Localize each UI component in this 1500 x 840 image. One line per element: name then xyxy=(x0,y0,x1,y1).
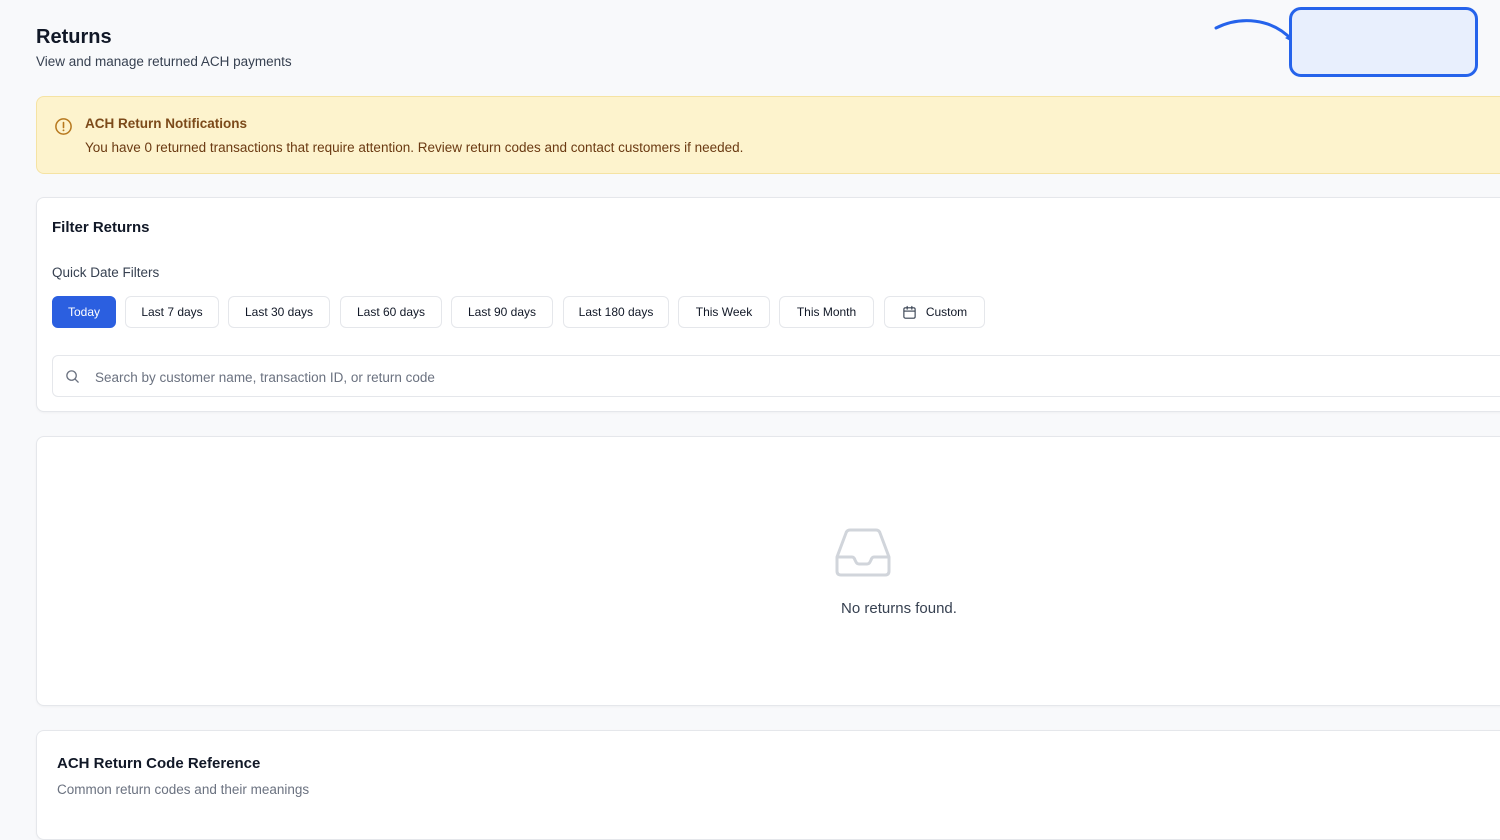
search-field xyxy=(52,355,1500,398)
alert-message: You have 0 returned transactions that re… xyxy=(85,140,744,155)
calendar-icon xyxy=(903,305,916,319)
custom-filter-label: Custom xyxy=(925,305,968,319)
alert-title: ACH Return Notifications xyxy=(85,116,247,131)
date-filter-last-60-days[interactable]: Last 60 days xyxy=(340,296,442,328)
return-code-reference-card: ACH Return Code Reference Common return … xyxy=(36,730,1500,840)
date-filter-custom[interactable]: Custom xyxy=(884,296,985,328)
reference-subtitle: Common return codes and their meanings xyxy=(57,782,310,797)
filter-returns-card: Filter Returns Quick Date Filters Today … xyxy=(36,197,1500,412)
date-filter-today[interactable]: Today xyxy=(52,296,116,328)
search-input[interactable] xyxy=(93,356,1497,398)
page-title: Returns xyxy=(36,26,112,48)
date-filter-this-week[interactable]: This Week xyxy=(678,296,770,328)
quick-date-filters-label: Quick Date Filters xyxy=(52,265,160,280)
date-filter-this-month[interactable]: This Month xyxy=(779,296,874,328)
date-filter-last-90-days[interactable]: Last 90 days xyxy=(451,296,553,328)
date-filter-last-180-days[interactable]: Last 180 days xyxy=(563,296,669,328)
page-subtitle: View and manage returned ACH payments xyxy=(36,54,292,69)
search-icon xyxy=(66,370,79,383)
ach-return-alert: ACH Return Notifications You have 0 retu… xyxy=(36,96,1500,174)
alert-circle-icon xyxy=(55,118,72,135)
inbox-icon xyxy=(835,528,891,577)
date-filter-last-30-days[interactable]: Last 30 days xyxy=(228,296,330,328)
reference-title: ACH Return Code Reference xyxy=(57,755,261,772)
returns-results-panel xyxy=(36,436,1500,706)
annotation-highlight-box xyxy=(1289,7,1478,77)
date-filter-last-7-days[interactable]: Last 7 days xyxy=(125,296,219,328)
empty-state-message: No returns found. xyxy=(841,600,957,617)
filter-card-title: Filter Returns xyxy=(52,219,150,236)
